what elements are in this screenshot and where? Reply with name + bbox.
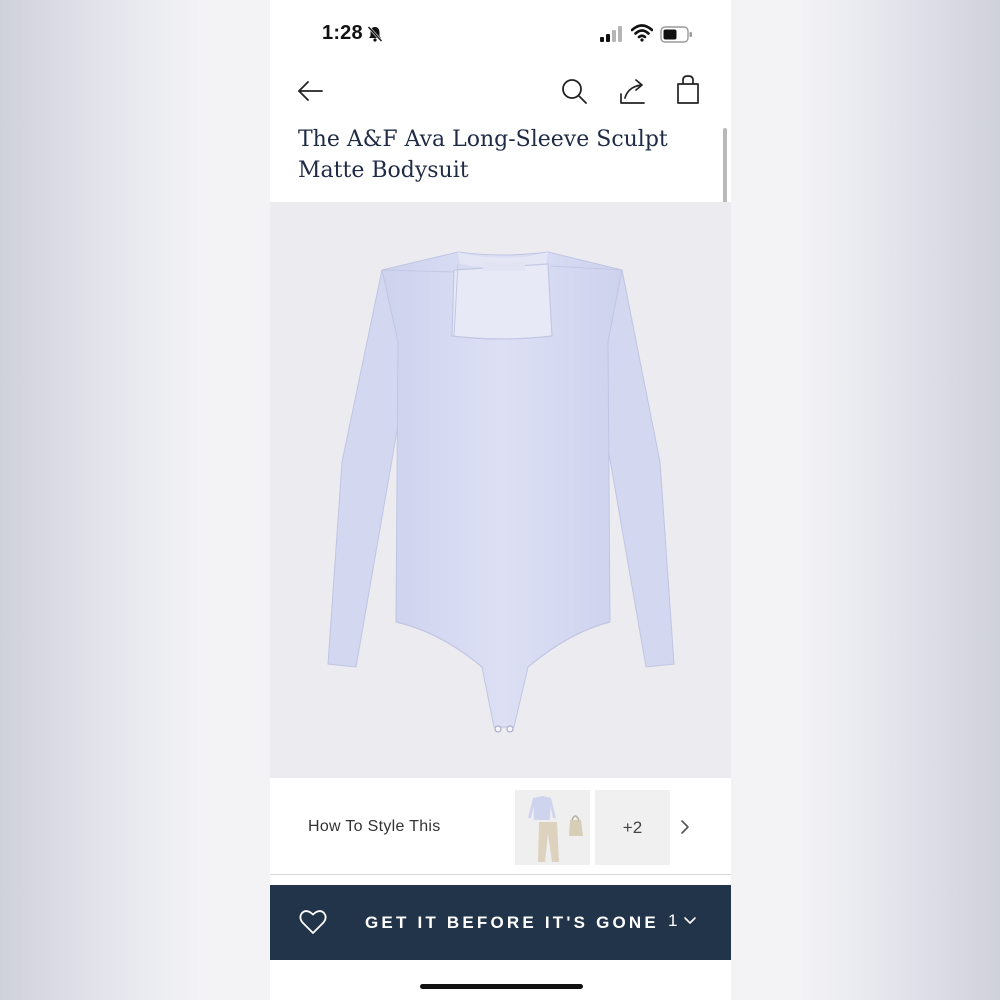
- home-indicator[interactable]: [420, 984, 583, 989]
- search-icon[interactable]: [560, 76, 588, 106]
- quantity-value: 1: [668, 911, 678, 930]
- battery-icon: [660, 26, 692, 43]
- style-outfit-thumbnail[interactable]: [515, 790, 590, 865]
- more-count-label: +2: [622, 817, 643, 837]
- style-more-count[interactable]: +2: [595, 790, 670, 865]
- product-image[interactable]: [270, 202, 731, 778]
- quantity-select[interactable]: 1: [668, 911, 697, 931]
- cta-button-label[interactable]: GET IT BEFORE IT'S GONE: [365, 913, 659, 933]
- status-time: 1:28: [322, 22, 363, 44]
- back-arrow-icon[interactable]: [296, 76, 326, 106]
- chevron-right-icon[interactable]: [680, 819, 690, 835]
- how-to-style-label: How To Style This: [308, 818, 441, 835]
- add-to-bag-bar[interactable]: GET IT BEFORE IT'S GONE 1: [270, 885, 731, 960]
- wifi-icon: [631, 24, 653, 42]
- share-icon[interactable]: [619, 76, 647, 106]
- heart-icon[interactable]: [299, 909, 327, 935]
- how-to-style-section: How To Style This +2: [270, 778, 731, 875]
- cellular-signal-icon: [600, 26, 622, 42]
- phone-screen: 1:28 The A&F Ava Long-Sleeve Sculpt Matt…: [270, 0, 731, 1000]
- shopping-bag-icon[interactable]: [675, 74, 701, 106]
- bell-slash-icon: [367, 26, 383, 42]
- chevron-down-icon: [684, 917, 697, 924]
- product-title: The A&F Ava Long-Sleeve Sculpt Matte Bod…: [298, 127, 668, 183]
